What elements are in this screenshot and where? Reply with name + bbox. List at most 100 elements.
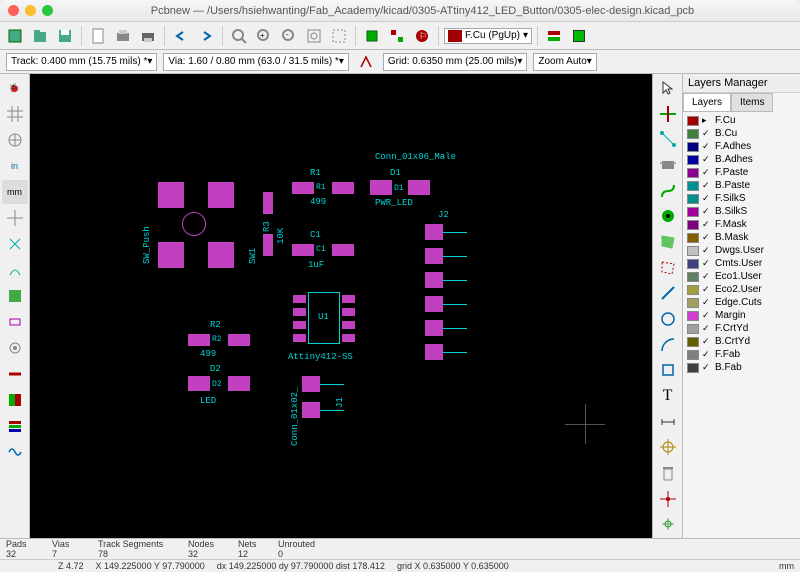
layer-visible-check[interactable]: ✓ [702, 284, 712, 295]
layer-visible-check[interactable]: ✓ [702, 258, 712, 269]
grid-icon[interactable] [2, 102, 28, 126]
add-arc-icon[interactable] [655, 333, 681, 357]
ratsnest-icon[interactable] [2, 232, 28, 256]
layer-visible-check[interactable]: ✓ [702, 310, 712, 321]
grid-origin-icon[interactable] [655, 512, 681, 536]
via-sketch-icon[interactable] [2, 336, 28, 360]
layer-visible-check[interactable]: ✓ [702, 128, 712, 139]
polar-icon[interactable] [2, 128, 28, 152]
zoom-selection-icon[interactable] [328, 25, 350, 47]
layer-row[interactable]: ✓Eco1.User [685, 270, 798, 283]
footprint-icon[interactable] [361, 25, 383, 47]
units-in-icon[interactable]: in [2, 154, 28, 178]
add-dimension-icon[interactable] [655, 410, 681, 434]
grid-select[interactable]: Grid: 0.6350 mm (25.00 mils) ▾ [383, 53, 528, 71]
layer-visible-check[interactable]: ✓ [702, 141, 712, 152]
minimize-button[interactable] [25, 5, 36, 16]
layer-row[interactable]: ✓B.Fab [685, 361, 798, 374]
layer-visible-check[interactable]: ✓ [702, 297, 712, 308]
layer-row[interactable]: ✓F.Paste [685, 166, 798, 179]
scripting-icon[interactable] [568, 25, 590, 47]
add-footprint-icon[interactable] [655, 153, 681, 177]
add-line-icon[interactable] [655, 281, 681, 305]
add-zone-icon[interactable] [655, 230, 681, 254]
delete-icon[interactable] [655, 461, 681, 485]
add-via-icon[interactable] [655, 204, 681, 228]
track-sketch-icon[interactable] [2, 362, 28, 386]
layer-row[interactable]: ✓B.Adhes [685, 153, 798, 166]
add-keepout-icon[interactable] [655, 256, 681, 280]
zoom-in-icon[interactable]: + [253, 25, 275, 47]
zoom-redraw-icon[interactable] [228, 25, 250, 47]
tab-items[interactable]: Items [731, 93, 773, 112]
local-ratsnest-icon[interactable] [655, 127, 681, 151]
plot-icon[interactable] [137, 25, 159, 47]
cursor-shape-icon[interactable] [2, 206, 28, 230]
redo-icon[interactable] [195, 25, 217, 47]
track-width-select[interactable]: Track: 0.400 mm (15.75 mils) * ▾ [6, 53, 157, 71]
layer-row[interactable]: ✓Eco2.User [685, 283, 798, 296]
layer-visible-check[interactable]: ✓ [702, 180, 712, 191]
layer-row[interactable]: ✓B.SilkS [685, 205, 798, 218]
zoom-out-icon[interactable]: - [278, 25, 300, 47]
layer-visible-check[interactable]: ✓ [702, 323, 712, 334]
layer-select[interactable]: F.Cu (PgUp) ▾ [444, 28, 532, 44]
layer-row[interactable]: ✓Dwgs.User [685, 244, 798, 257]
layer-row[interactable]: ✓Edge.Cuts [685, 296, 798, 309]
layer-visible-check[interactable]: ✓ [702, 206, 712, 217]
layer-visible-check[interactable]: ✓ [702, 362, 712, 373]
layer-visible-check[interactable]: ✓ [702, 336, 712, 347]
route-track-icon[interactable] [655, 179, 681, 203]
zoom-fit-icon[interactable] [303, 25, 325, 47]
tab-layers[interactable]: Layers [683, 93, 731, 112]
net-inspector-icon[interactable] [386, 25, 408, 47]
layer-row[interactable]: ✓B.Mask [685, 231, 798, 244]
new-icon[interactable] [4, 25, 26, 47]
contrast-icon[interactable] [2, 388, 28, 412]
layer-visible-check[interactable]: ✓ [702, 349, 712, 360]
layer-row[interactable]: ▸F.Cu [685, 114, 798, 127]
close-button[interactable] [8, 5, 19, 16]
pcb-canvas[interactable]: SW_Push SW1 R3 10K R1 R1 499 D1 D1 PWR_L… [30, 74, 652, 538]
drc-icon[interactable]: ⚐ [411, 25, 433, 47]
open-icon[interactable] [29, 25, 51, 47]
layer-visible-check[interactable]: ✓ [702, 232, 712, 243]
layer-row[interactable]: ✓B.Paste [685, 179, 798, 192]
save-icon[interactable] [54, 25, 76, 47]
undo-icon[interactable] [170, 25, 192, 47]
layer-visible-check[interactable]: ✓ [702, 154, 712, 165]
layer-visible-check[interactable]: ✓ [702, 271, 712, 282]
units-mm-icon[interactable]: mm [2, 180, 28, 204]
via-size-select[interactable]: Via: 1.60 / 0.80 mm (63.0 / 31.5 mils) *… [163, 53, 348, 71]
layers-mgr-icon[interactable] [2, 414, 28, 438]
layer-row[interactable]: ✓B.CrtYd [685, 335, 798, 348]
curved-ratsnest-icon[interactable] [2, 258, 28, 282]
layer-visible-check[interactable]: ✓ [702, 193, 712, 204]
layer-row[interactable]: ✓Margin [685, 309, 798, 322]
zone-fill-icon[interactable] [2, 284, 28, 308]
print-icon[interactable] [112, 25, 134, 47]
layer-row[interactable]: ✓F.Fab [685, 348, 798, 361]
set-origin-icon[interactable] [655, 487, 681, 511]
auto-track-icon[interactable] [355, 51, 377, 73]
layer-visible-check[interactable]: ✓ [702, 219, 712, 230]
layer-visible-check[interactable]: ✓ [702, 167, 712, 178]
pad-sketch-icon[interactable] [2, 310, 28, 334]
layer-row[interactable]: ✓Cmts.User [685, 257, 798, 270]
layer-row[interactable]: ✓F.Mask [685, 218, 798, 231]
layer-row[interactable]: ✓F.SilkS [685, 192, 798, 205]
microwave-icon[interactable] [2, 440, 28, 464]
add-circle-icon[interactable] [655, 307, 681, 331]
zoom-button[interactable] [42, 5, 53, 16]
layer-row[interactable]: ✓F.CrtYd [685, 322, 798, 335]
layer-row[interactable]: ✓B.Cu [685, 127, 798, 140]
page-settings-icon[interactable] [87, 25, 109, 47]
layer-pair-icon[interactable] [543, 25, 565, 47]
drc-off-icon[interactable]: 🐞 [2, 76, 28, 100]
layer-visible-check[interactable]: ✓ [702, 245, 712, 256]
add-target-icon[interactable] [655, 435, 681, 459]
zoom-select[interactable]: Zoom Auto ▾ [533, 53, 596, 71]
highlight-net-icon[interactable] [655, 102, 681, 126]
layer-visible-check[interactable]: ▸ [702, 115, 712, 126]
select-tool-icon[interactable] [655, 76, 681, 100]
